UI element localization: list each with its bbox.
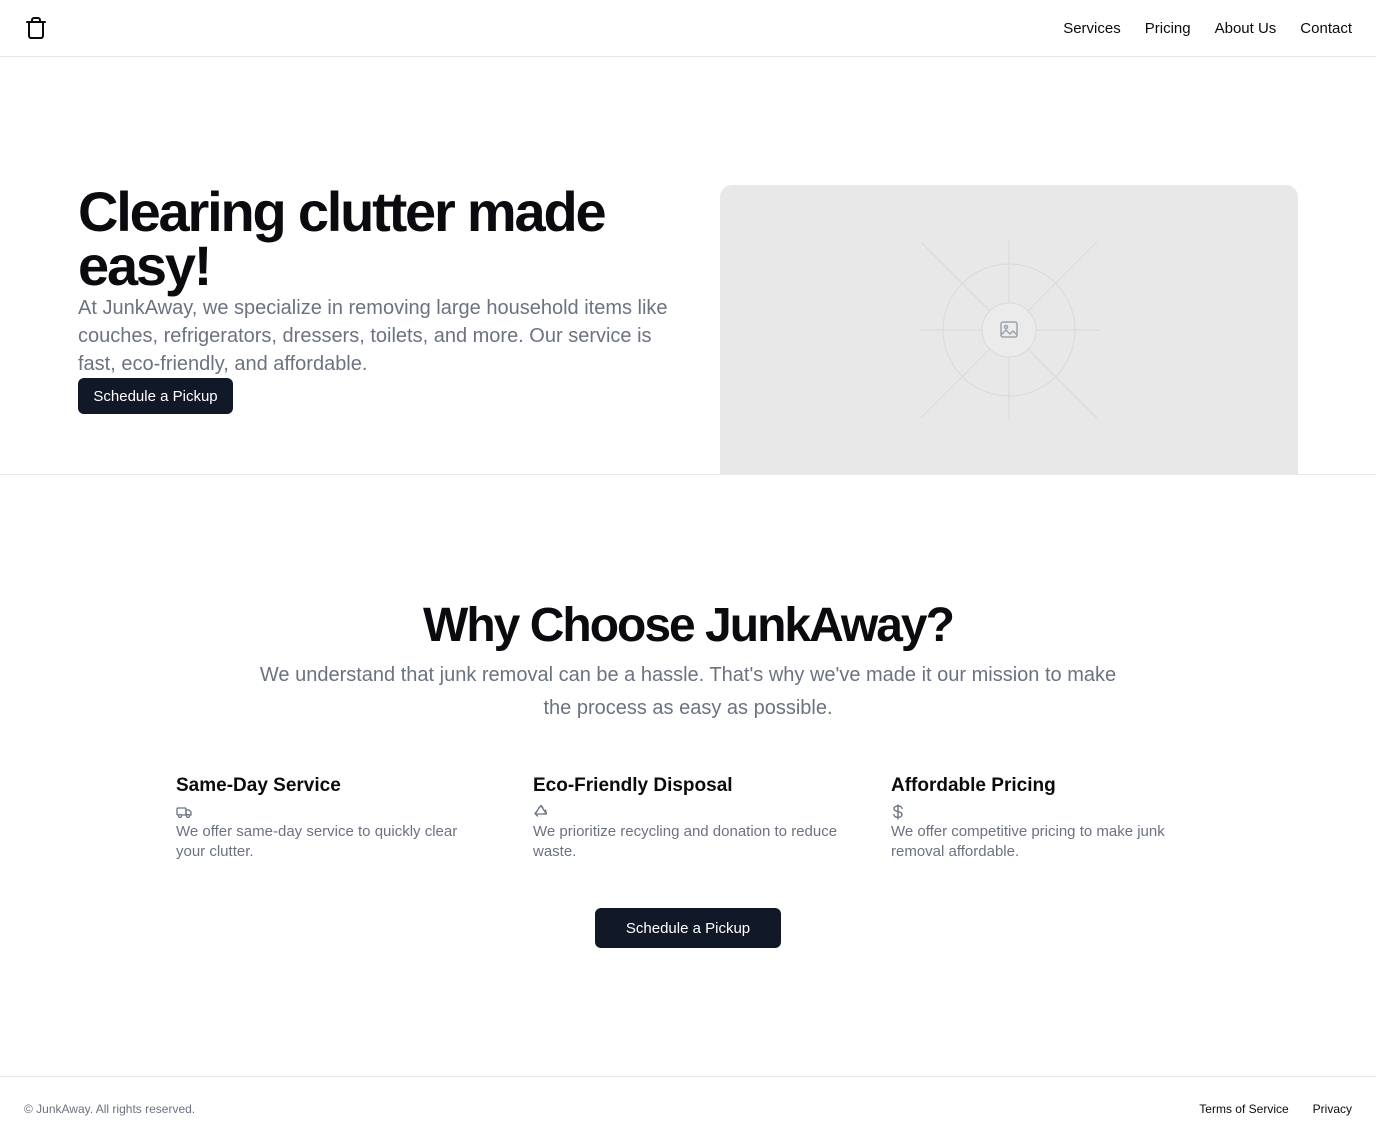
truck-icon: [176, 804, 192, 820]
schedule-pickup-button[interactable]: Schedule a Pickup: [78, 378, 233, 414]
feature-title: Same-Day Service: [176, 775, 341, 796]
hero-description: At JunkAway, we specialize in removing l…: [78, 297, 668, 375]
feature-title: Eco-Friendly Disposal: [533, 775, 733, 796]
hero-section: Clearing clutter made easy! At JunkAway,…: [0, 57, 1376, 475]
features-subtitle: We understand that junk removal can be a…: [259, 664, 1117, 719]
image-placeholder-icon: [919, 240, 1099, 420]
hero-title: Clearing clutter made easy!: [78, 180, 607, 297]
footer-link-terms[interactable]: Terms of Service: [1199, 1102, 1288, 1116]
main-nav: Services Pricing About Us Contact: [1063, 20, 1352, 37]
nav-link-services[interactable]: Services: [1063, 20, 1121, 37]
feature-text: We offer same-day service to quickly cle…: [176, 823, 458, 860]
feature-text: We offer competitive pricing to make jun…: [891, 823, 1165, 860]
feature-card-eco-friendly: Eco-Friendly Disposal We prioritize recy…: [533, 774, 843, 862]
nav-link-about-us[interactable]: About Us: [1215, 20, 1277, 37]
feature-card-same-day: Same-Day Service We offer same-day servi…: [176, 774, 486, 862]
schedule-pickup-button-secondary[interactable]: Schedule a Pickup: [595, 908, 781, 948]
nav-link-pricing[interactable]: Pricing: [1145, 20, 1191, 37]
feature-card-affordable: Affordable Pricing We offer competitive …: [891, 774, 1201, 862]
feature-text: We prioritize recycling and donation to …: [533, 823, 838, 860]
trash-can-icon[interactable]: [24, 16, 48, 40]
footer-nav: Terms of Service Privacy: [1199, 1102, 1352, 1116]
copyright-text: © JunkAway. All rights reserved.: [24, 1102, 196, 1116]
nav-link-contact[interactable]: Contact: [1300, 20, 1352, 37]
dollar-sign-icon: [891, 804, 907, 820]
footer-link-privacy[interactable]: Privacy: [1313, 1102, 1352, 1116]
feature-title: Affordable Pricing: [891, 775, 1056, 796]
recycle-icon: [533, 804, 549, 820]
site-footer: © JunkAway. All rights reserved. Terms o…: [0, 1076, 1376, 1141]
site-header: Services Pricing About Us Contact: [0, 0, 1376, 57]
features-title: Why Choose JunkAway?: [423, 599, 955, 652]
hero-image-placeholder: [720, 185, 1298, 475]
